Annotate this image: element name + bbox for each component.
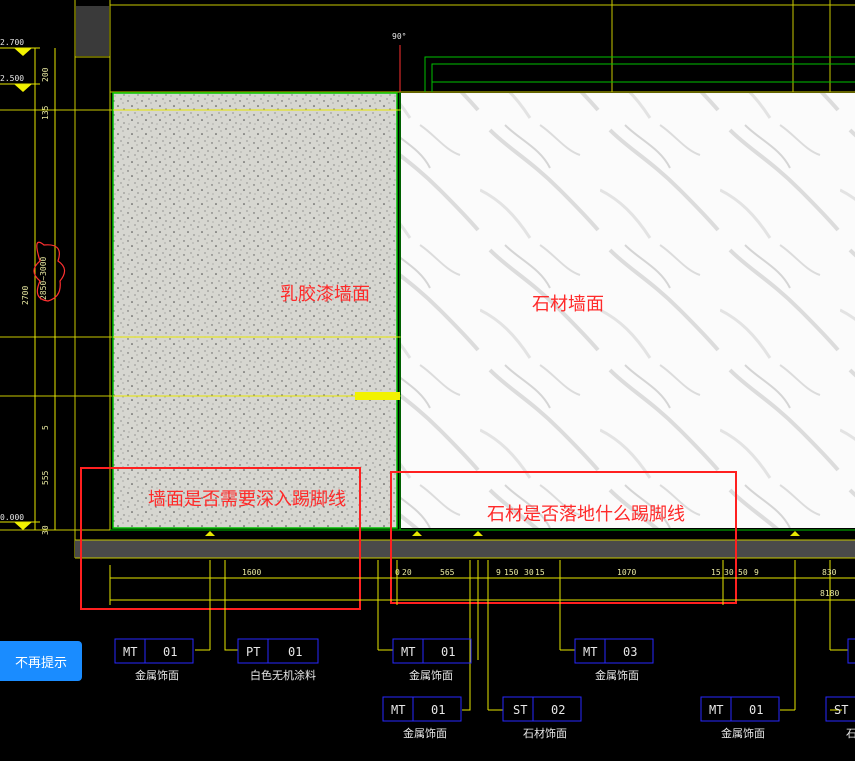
material-tag: MT 01 金属饰面 [382, 696, 462, 740]
svg-text:MT: MT [709, 703, 723, 717]
bottom-dimensions [109, 560, 855, 710]
svg-text:金属饰面: 金属饰面 [595, 668, 639, 682]
svg-text:01: 01 [163, 645, 177, 659]
svg-text:200: 200 [41, 67, 50, 82]
svg-text:30: 30 [724, 568, 734, 577]
svg-text:150: 150 [504, 568, 519, 577]
svg-text:30: 30 [41, 525, 50, 535]
dismiss-tip-button[interactable]: 不再提示 [0, 641, 82, 681]
svg-text:20: 20 [402, 568, 412, 577]
stone-wall-label: 石材墙面 [532, 294, 604, 315]
svg-text:555: 555 [41, 470, 50, 485]
annotation-stone-question: 石材是否落地什么踢脚线 [487, 504, 685, 525]
vertical-dimensions: 200 135 2700 2850~3000 5 555 30 [21, 48, 66, 535]
floor-base [75, 540, 855, 558]
svg-text:2.500: 2.500 [0, 74, 24, 83]
svg-text:01: 01 [749, 703, 763, 717]
cad-elevation-drawing: 90° 2.700 2.500 0.000 200 135 2700 2850~… [0, 0, 855, 740]
svg-text:01: 01 [288, 645, 302, 659]
floor-markers [205, 531, 800, 536]
svg-text:MT: MT [583, 645, 597, 659]
svg-text:2700: 2700 [21, 286, 30, 305]
annotation-wall-question: 墙面是否需要深入踢脚线 [148, 489, 346, 510]
bottom-dim-values: 1600 0 20 565 9 150 30 15 1070 15 30 50 … [242, 568, 839, 598]
svg-text:0: 0 [395, 568, 400, 577]
svg-text:1070: 1070 [617, 568, 636, 577]
latex-paint-wall [112, 92, 398, 529]
svg-text:135: 135 [41, 105, 50, 120]
svg-text:8180: 8180 [820, 589, 839, 598]
svg-text:830: 830 [822, 568, 837, 577]
svg-text:石材饰面: 石材饰面 [523, 726, 567, 740]
svg-text:MT: MT [123, 645, 137, 659]
svg-text:MT: MT [401, 645, 415, 659]
svg-text:金属饰面: 金属饰面 [135, 668, 179, 682]
svg-text:90°: 90° [392, 32, 406, 41]
svg-text:02: 02 [551, 703, 565, 717]
yellow-highlight-mark [355, 392, 400, 400]
material-tag: MT 01 金属饰面 [114, 638, 194, 682]
level-markers: 2.700 2.500 0.000 [0, 38, 40, 530]
svg-text:MT: MT [391, 703, 405, 717]
svg-text:金属饰面: 金属饰面 [721, 726, 765, 740]
svg-text:ST: ST [513, 703, 527, 717]
svg-text:01: 01 [441, 645, 455, 659]
svg-text:9: 9 [754, 568, 759, 577]
svg-text:565: 565 [440, 568, 455, 577]
svg-text:5: 5 [41, 425, 50, 430]
svg-text:30: 30 [524, 568, 534, 577]
svg-text:03: 03 [623, 645, 637, 659]
svg-text:15: 15 [535, 568, 545, 577]
svg-text:PT: PT [246, 645, 260, 659]
material-tag: MT 01 金属饰面 [392, 638, 472, 682]
svg-text:9: 9 [496, 568, 501, 577]
material-tag: ST 02 石材饰面 [502, 696, 582, 740]
top-left-block [76, 6, 109, 56]
svg-text:金属饰面: 金属饰面 [403, 726, 447, 740]
svg-text:ST: ST [834, 703, 848, 717]
tag-leaders [195, 560, 848, 711]
svg-text:50: 50 [738, 568, 748, 577]
svg-text:金属饰面: 金属饰面 [409, 668, 453, 682]
stone-wall [401, 93, 855, 528]
svg-text:15: 15 [711, 568, 721, 577]
material-tag: MT 01 金属饰面 [700, 696, 780, 740]
material-tag: PT 01 白色无机涂料 [237, 638, 319, 682]
material-tag-partial [847, 638, 855, 664]
svg-text:白色无机涂料: 白色无机涂料 [250, 668, 316, 682]
svg-text:2.700: 2.700 [0, 38, 24, 47]
svg-text:1600: 1600 [242, 568, 261, 577]
svg-text:2850~3000: 2850~3000 [39, 256, 48, 300]
svg-text:0.000: 0.000 [0, 513, 24, 522]
material-tag: MT 03 金属饰面 [574, 638, 654, 682]
svg-text:01: 01 [431, 703, 445, 717]
latex-wall-label: 乳胶漆墙面 [280, 284, 370, 305]
angle-marker: 90° [392, 32, 406, 92]
material-tag: ST 石 [825, 696, 855, 740]
svg-text:石: 石 [846, 727, 855, 740]
